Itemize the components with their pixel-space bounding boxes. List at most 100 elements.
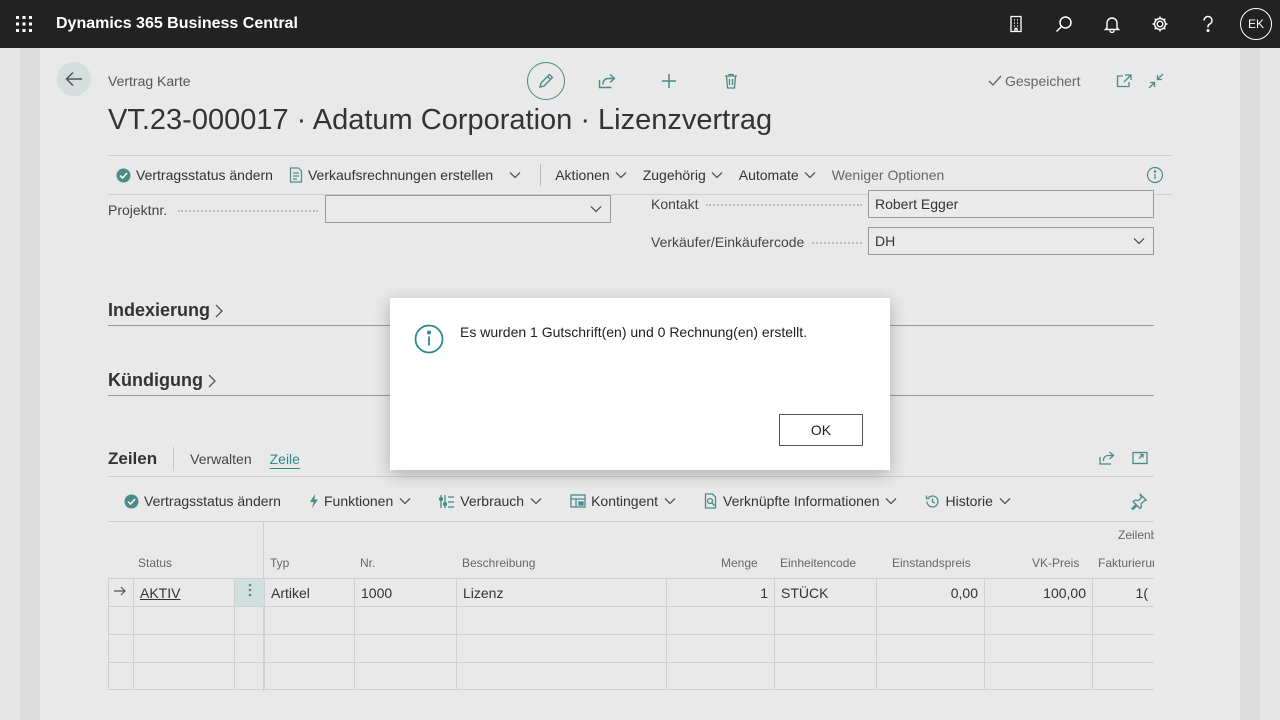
column-header-invoicing[interactable]: Fakturierun: [1098, 556, 1154, 570]
table-cell[interactable]: [133, 663, 234, 690]
status-cell[interactable]: AKTIV: [133, 579, 234, 606]
table-row[interactable]: [108, 606, 1154, 634]
table-cell[interactable]: [354, 635, 456, 662]
column-header-description[interactable]: Beschreibung: [462, 556, 535, 570]
table-row[interactable]: [108, 662, 1154, 690]
app-title[interactable]: Dynamics 365 Business Central: [56, 15, 298, 33]
column-header-unit-code[interactable]: Einheitencode: [780, 556, 856, 570]
help-icon[interactable]: [1184, 0, 1232, 48]
unit-cost-cell[interactable]: 0,00: [876, 579, 984, 606]
automate-menu[interactable]: Automate: [731, 156, 824, 194]
notification-bell-icon[interactable]: [1088, 0, 1136, 48]
table-row[interactable]: AKTIV Artikel 1000 Lizenz 1 STÜCK 0,00 1…: [108, 578, 1154, 606]
user-avatar[interactable]: EK: [1240, 8, 1272, 40]
table-cell[interactable]: [666, 663, 774, 690]
delete-button[interactable]: [711, 62, 751, 100]
termination-section-header[interactable]: Kündigung: [108, 370, 217, 391]
table-cell[interactable]: [774, 663, 876, 690]
type-cell[interactable]: Artikel: [264, 579, 354, 606]
no-cell[interactable]: 1000: [354, 579, 456, 606]
table-cell[interactable]: [264, 607, 354, 634]
ok-button[interactable]: OK: [779, 414, 863, 446]
page-title: VT.23-000017 · Adatum Corporation · Lize…: [108, 104, 773, 136]
company-icon[interactable]: [992, 0, 1040, 48]
related-menu[interactable]: Zugehörig: [635, 156, 731, 194]
lines-change-status-action[interactable]: Vertragsstatus ändern: [124, 493, 281, 509]
table-cell[interactable]: [456, 635, 666, 662]
unit-code-cell[interactable]: STÜCK: [774, 579, 876, 606]
status-change-icon: [124, 494, 139, 508]
more-actions-dropdown[interactable]: [501, 156, 534, 194]
back-button[interactable]: [57, 62, 91, 96]
table-cell[interactable]: [1092, 663, 1154, 690]
open-new-window-icon[interactable]: [1112, 70, 1136, 92]
saved-label: Gespeichert: [1005, 73, 1081, 89]
settings-gear-icon[interactable]: [1136, 0, 1184, 48]
table-row[interactable]: [108, 634, 1154, 662]
column-header-unit-cost[interactable]: Einstandspreis: [892, 556, 971, 570]
indexing-section-header[interactable]: Indexierung: [108, 300, 224, 321]
column-header-quantity[interactable]: Menge: [721, 556, 758, 570]
table-cell: [108, 663, 133, 690]
lines-title: Zeilen: [108, 449, 158, 468]
column-header-status[interactable]: Status: [138, 556, 172, 570]
column-header-type[interactable]: Typ: [270, 556, 289, 570]
salesperson-code-field[interactable]: DH: [868, 227, 1154, 255]
table-cell[interactable]: [1092, 607, 1154, 634]
field-leader-dots: [706, 204, 862, 206]
table-cell[interactable]: [774, 607, 876, 634]
new-button[interactable]: [649, 62, 689, 100]
quota-menu[interactable]: Kontingent: [570, 493, 676, 509]
fewer-options-link[interactable]: Weniger Optionen: [824, 156, 953, 194]
edit-button[interactable]: [527, 62, 565, 100]
info-icon[interactable]: [1146, 166, 1164, 187]
table-cell[interactable]: [456, 607, 666, 634]
consumption-menu[interactable]: Verbrauch: [439, 493, 542, 509]
sales-price-cell[interactable]: 100,00: [984, 579, 1092, 606]
table-cell[interactable]: [133, 607, 234, 634]
create-sales-invoices-action[interactable]: Verkaufsrechnungen erstellen: [281, 156, 501, 194]
table-cell[interactable]: [264, 663, 354, 690]
lines-expand-icon[interactable]: [1129, 448, 1151, 468]
linked-information-menu[interactable]: Verknüpfte Informationen: [704, 493, 897, 509]
functions-menu[interactable]: Funktionen: [309, 493, 411, 509]
background-page: [1240, 48, 1260, 720]
table-cell[interactable]: [264, 635, 354, 662]
table-cell[interactable]: [774, 635, 876, 662]
table-cell[interactable]: [876, 635, 984, 662]
invoicing-cell[interactable]: 1(: [1092, 579, 1154, 606]
table-cell[interactable]: [456, 663, 666, 690]
table-cell[interactable]: [984, 635, 1092, 662]
lines-share-icon[interactable]: [1096, 448, 1118, 468]
table-cell[interactable]: [133, 635, 234, 662]
table-cell[interactable]: [984, 607, 1092, 634]
status-value[interactable]: AKTIV: [140, 585, 180, 601]
table-cell[interactable]: [984, 663, 1092, 690]
column-header-sales-price[interactable]: VK-Preis: [1032, 556, 1079, 570]
contact-field[interactable]: Robert Egger: [868, 190, 1154, 218]
description-cell[interactable]: Lizenz: [456, 579, 666, 606]
table-cell[interactable]: [876, 663, 984, 690]
row-indicator-arrow-icon: [108, 579, 133, 606]
column-header-no[interactable]: Nr.: [360, 556, 375, 570]
app-launcher-icon[interactable]: [0, 0, 48, 48]
project-no-field[interactable]: [325, 195, 611, 223]
quantity-cell[interactable]: 1: [666, 579, 774, 606]
search-icon[interactable]: [1040, 0, 1088, 48]
share-button[interactable]: [587, 62, 627, 100]
table-cell[interactable]: [876, 607, 984, 634]
tab-manage[interactable]: Verwalten: [190, 451, 251, 467]
table-cell[interactable]: [1092, 635, 1154, 662]
table-cell[interactable]: [354, 607, 456, 634]
contact-label: Kontakt: [651, 196, 699, 212]
change-contract-status-action[interactable]: Vertragsstatus ändern: [108, 156, 281, 194]
table-cell[interactable]: [666, 635, 774, 662]
tab-line[interactable]: Zeile: [270, 451, 300, 467]
table-cell[interactable]: [354, 663, 456, 690]
table-cell[interactable]: [666, 607, 774, 634]
history-menu[interactable]: Historie: [925, 493, 1011, 509]
collapse-icon[interactable]: [1144, 70, 1168, 92]
actions-menu[interactable]: Aktionen: [547, 156, 634, 194]
personalize-pin-icon[interactable]: [1130, 492, 1148, 513]
row-menu-ellipsis-icon[interactable]: [234, 579, 264, 606]
